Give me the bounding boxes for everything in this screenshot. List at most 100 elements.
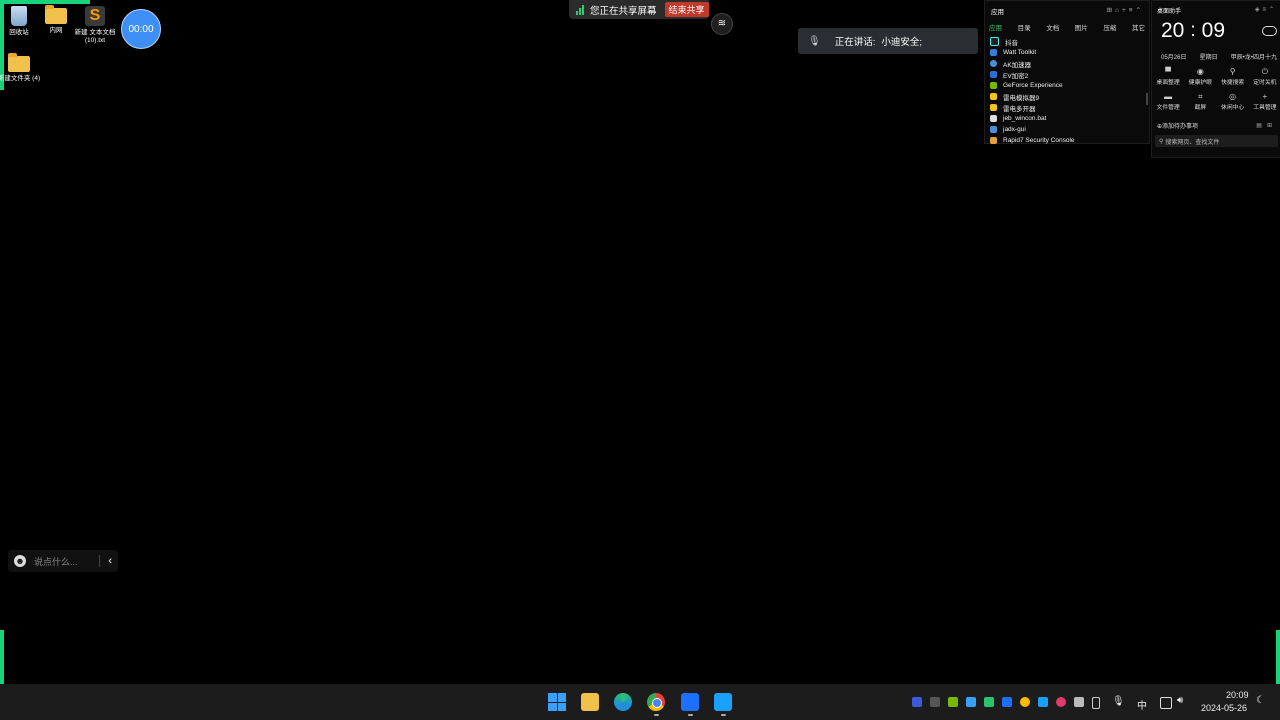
layers-icon: ≋ bbox=[717, 18, 727, 29]
end-share-button[interactable]: 结束共享 bbox=[664, 2, 709, 17]
crop-icon: ⌗ bbox=[1198, 92, 1203, 101]
pen-icon[interactable] bbox=[930, 697, 940, 707]
plus-icon: + bbox=[1262, 92, 1268, 101]
desktop-icon-text-file[interactable]: S 新建 文本文档 (10).txt bbox=[73, 6, 117, 45]
list-item[interactable]: AK加速器 bbox=[985, 58, 1149, 69]
list-item[interactable]: Watt Toolkit bbox=[985, 47, 1149, 58]
notification-moon-icon[interactable]: ☾ bbox=[1256, 695, 1265, 706]
date: 05月26日 bbox=[1161, 55, 1187, 61]
signal-bars-icon bbox=[576, 4, 584, 15]
sublime-text-icon: S bbox=[85, 6, 105, 26]
folder-icon: ▬ bbox=[1164, 92, 1173, 101]
shield-icon[interactable] bbox=[912, 697, 922, 707]
tool-quick-search[interactable]: ⚲ 快捷搜索 bbox=[1217, 67, 1249, 86]
recycle-bin-icon bbox=[11, 6, 27, 26]
assistant-controls: ◈≡⌃ bbox=[1255, 6, 1277, 15]
list-item[interactable]: EV加密2 bbox=[985, 69, 1149, 80]
emoji-icon[interactable]: ☻ bbox=[14, 555, 26, 567]
list-item[interactable]: GeForce Experience bbox=[985, 80, 1149, 91]
network-icon[interactable] bbox=[1160, 697, 1172, 709]
tab-documents[interactable]: 文档 bbox=[1046, 22, 1059, 32]
list-item[interactable]: jadx-gui bbox=[985, 124, 1149, 135]
ev-encrypt-icon bbox=[990, 71, 997, 78]
chrome-icon[interactable] bbox=[647, 693, 665, 711]
list-item[interactable]: 雷电模拟器9 bbox=[985, 91, 1149, 102]
folder-icon bbox=[45, 5, 67, 24]
tencent-meeting-icon[interactable] bbox=[681, 693, 699, 711]
layers-button[interactable]: ≋ bbox=[711, 13, 733, 35]
list-item[interactable]: jeb_wincon.bat bbox=[985, 113, 1149, 124]
timer-bubble[interactable]: 00:00 bbox=[121, 9, 161, 49]
chevron-left-icon[interactable]: ‹ bbox=[99, 555, 118, 567]
tool-scheduled-shutdown[interactable]: ⏻ 定时关机 bbox=[1249, 67, 1280, 86]
tool-desktop-organize[interactable]: ▀ 桌面整理 bbox=[1152, 67, 1184, 86]
windows-start-icon[interactable] bbox=[548, 693, 566, 711]
tool-eye-care[interactable]: ◉ 健康护眼 bbox=[1184, 67, 1216, 86]
grid-view-icon[interactable]: ⊞ bbox=[1267, 123, 1277, 129]
clock-time[interactable]: 20:09 bbox=[1226, 690, 1249, 700]
assistant-search[interactable]: ⚲ 搜索网页、查找文件 bbox=[1155, 135, 1278, 147]
tool-leisure-center[interactable]: ◎ 休闲中心 bbox=[1217, 92, 1249, 111]
notes-icon[interactable]: ▤ bbox=[1256, 123, 1267, 129]
douyin-icon bbox=[990, 37, 999, 46]
desktop-icon-intranet[interactable]: 内网 bbox=[34, 5, 78, 35]
edge-icon[interactable] bbox=[614, 693, 632, 711]
chat-input[interactable]: 说点什么... bbox=[34, 555, 99, 568]
wechat-icon[interactable] bbox=[984, 697, 994, 707]
file-explorer-icon[interactable] bbox=[581, 693, 599, 711]
assistant-title: 桌面助手 bbox=[1157, 9, 1182, 15]
search-icon: ⚲ bbox=[1159, 138, 1164, 145]
tencent-meeting-tray-icon[interactable] bbox=[1002, 697, 1012, 707]
list-item[interactable]: Rapid7 Security Console bbox=[985, 135, 1149, 146]
list-item[interactable]: 雷电多开器 bbox=[985, 102, 1149, 113]
talking-indicator: 🎙︎ 正在讲话: 小迪安全; bbox=[798, 28, 978, 54]
microphone-tray-icon[interactable]: 🎙︎ bbox=[1112, 696, 1125, 707]
tab-other[interactable]: 其它 bbox=[1132, 22, 1145, 32]
clock-date[interactable]: 2024-05-26 bbox=[1201, 703, 1247, 713]
apps-scrollbar[interactable] bbox=[1146, 93, 1148, 105]
desktop-icon-new-folder[interactable]: 新建文件夹 (4) bbox=[0, 53, 41, 83]
tab-images[interactable]: 图片 bbox=[1075, 22, 1088, 32]
share-border-top-left bbox=[0, 0, 90, 4]
add-todo-button[interactable]: ⊕添加待办事项 bbox=[1157, 121, 1198, 130]
desktop-icon-label: 内网 bbox=[49, 27, 63, 34]
tool-file-manager[interactable]: ▬ 文件管理 bbox=[1152, 92, 1184, 111]
ldplayer-icon bbox=[990, 93, 997, 100]
monitor-icon[interactable] bbox=[1074, 697, 1084, 707]
chrome-tray-icon[interactable] bbox=[1020, 697, 1030, 707]
lock-icon[interactable]: ⌂ bbox=[1115, 7, 1122, 14]
search-input[interactable]: 搜索网页、查找文件 bbox=[1165, 137, 1219, 146]
clock-hours: 20 bbox=[1161, 19, 1185, 42]
tab-directory[interactable]: 目录 bbox=[1018, 22, 1031, 32]
nvidia-icon[interactable] bbox=[948, 697, 958, 707]
lunar-date: 甲辰•龙•四月十九 bbox=[1230, 55, 1277, 61]
eye-icon: ◉ bbox=[1196, 67, 1204, 76]
tool-manager[interactable]: + 工具管理 bbox=[1249, 92, 1280, 111]
usb-icon[interactable] bbox=[1092, 697, 1100, 709]
tool-screenshot[interactable]: ⌗ 截屏 bbox=[1184, 92, 1216, 111]
desktop-icon-label: 新建文件夹 (4) bbox=[0, 75, 41, 82]
desktop-organize-icon: ▀ bbox=[1165, 67, 1171, 76]
talking-prefix: 正在讲话: bbox=[834, 37, 876, 48]
tab-archives[interactable]: 压缩 bbox=[1103, 22, 1116, 32]
list-item[interactable]: 抖音 bbox=[985, 36, 1149, 47]
ime-indicator[interactable]: 中 bbox=[1137, 697, 1147, 712]
network-share-icon[interactable] bbox=[966, 697, 976, 707]
watt-toolkit-icon bbox=[990, 49, 997, 56]
app-tray-icon[interactable] bbox=[1056, 697, 1066, 707]
feishu-icon[interactable] bbox=[714, 693, 732, 711]
apps-panel-controls: ⊞⌂+≡⌃ bbox=[1107, 6, 1144, 16]
running-indicator bbox=[688, 714, 693, 716]
collapse-icon[interactable]: ⌃ bbox=[1269, 7, 1277, 13]
menu-icon[interactable]: ≡ bbox=[1129, 7, 1136, 14]
feishu-tray-icon[interactable] bbox=[1038, 697, 1048, 707]
collapse-icon[interactable]: ⌃ bbox=[1136, 7, 1144, 14]
ldplayer-multi-icon bbox=[990, 104, 997, 111]
add-icon[interactable]: + bbox=[1122, 7, 1129, 14]
assistant-tools: ▀ 桌面整理 ◉ 健康护眼 ⚲ 快捷搜索 ⏻ 定时关机 ▬ 文件管理 ⌗ 截屏 ◎ 休闲中心 … bbox=[1152, 67, 1280, 111]
tab-apps[interactable]: 应用 bbox=[989, 22, 1002, 32]
volume-icon[interactable]: 🔊︎ bbox=[1177, 695, 1183, 706]
grid-view-icon[interactable]: ⊞ bbox=[1107, 7, 1115, 14]
share-status: 您正在共享屏幕 bbox=[590, 5, 657, 17]
cloud-icon bbox=[1262, 26, 1277, 36]
